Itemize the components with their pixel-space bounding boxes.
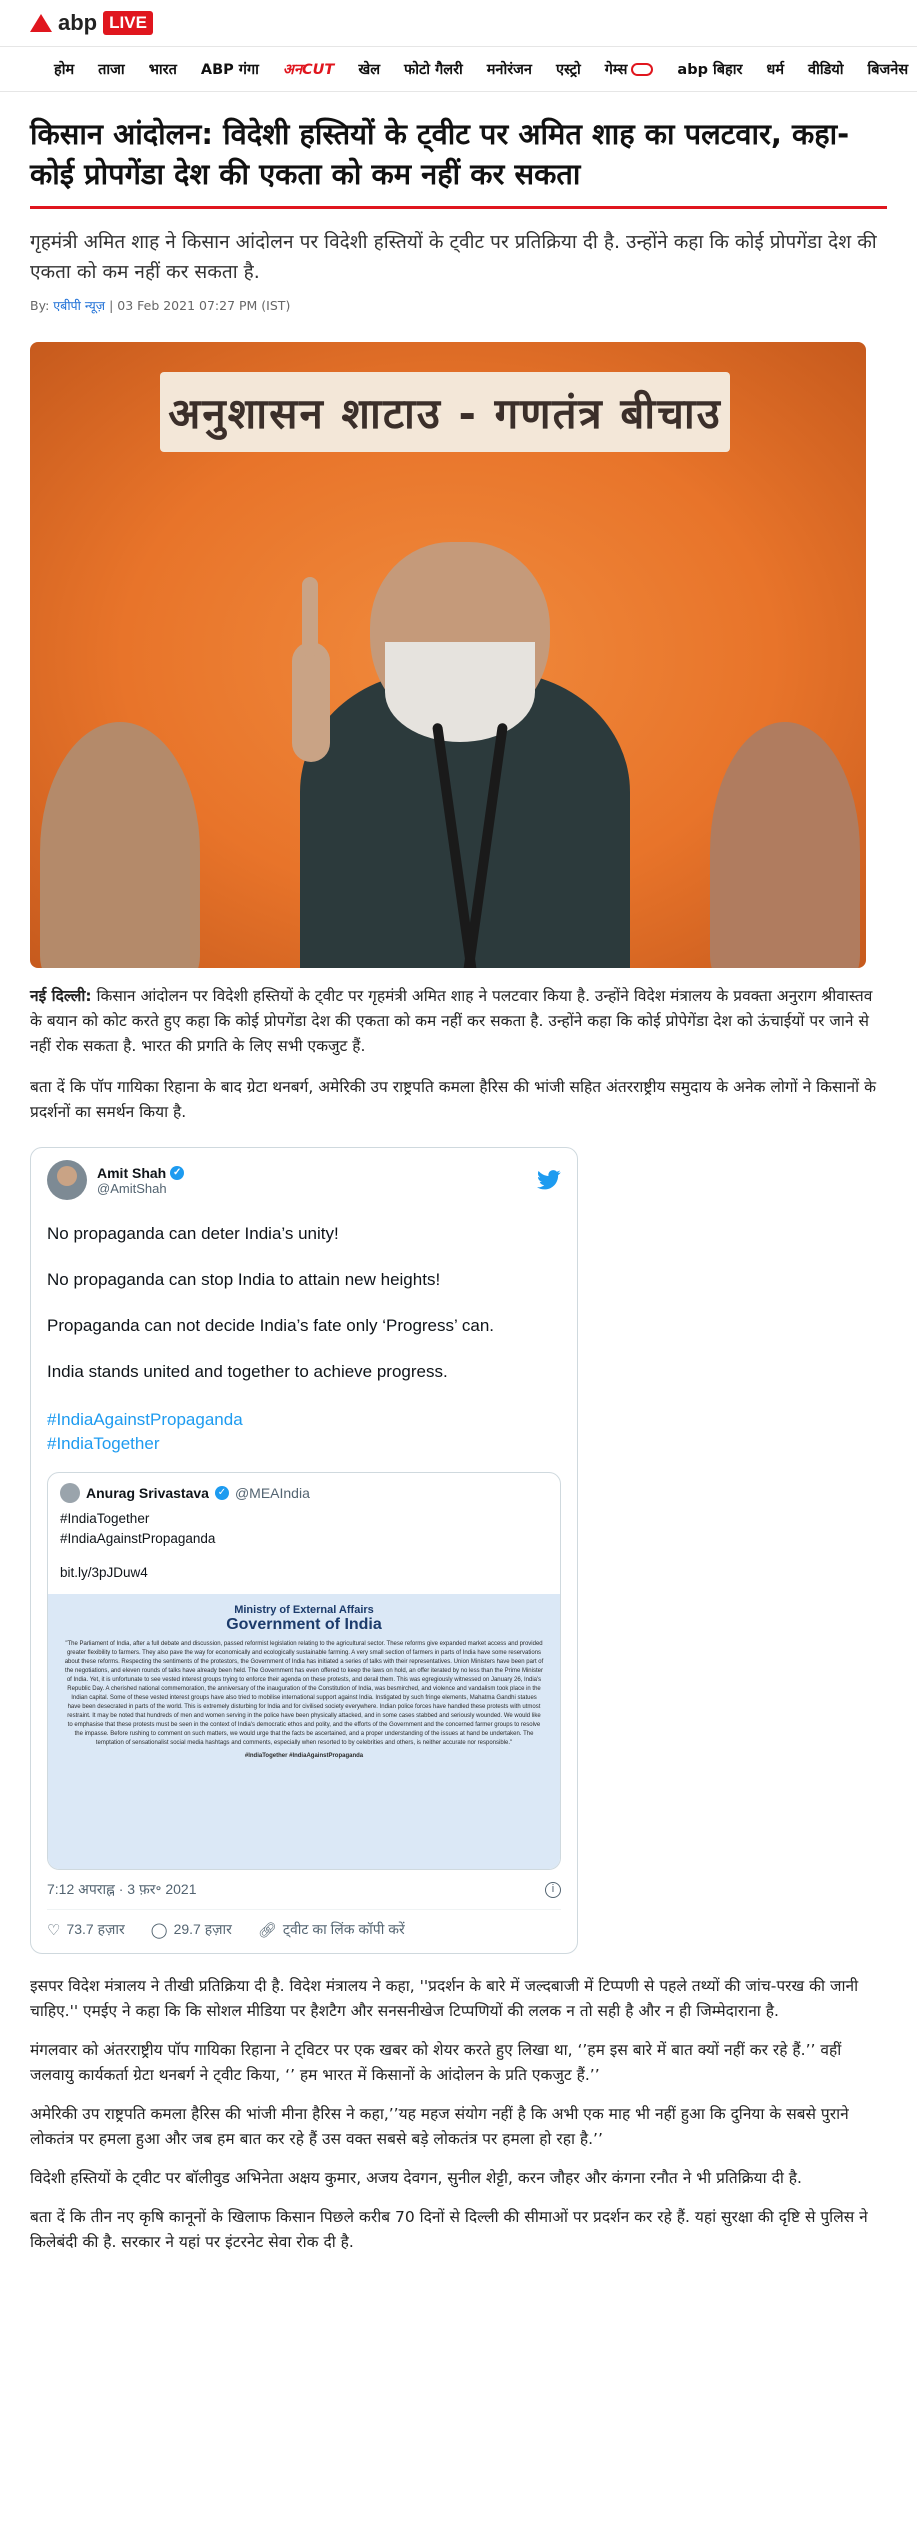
embedded-tweet[interactable]: Amit Shah ✓ @AmitShah No propaganda can … — [30, 1147, 578, 1954]
tweet-author: Amit Shah ✓ @AmitShah — [97, 1164, 185, 1196]
article-paragraph-2: बता दें कि पॉप गायिका रिहाना के बाद ग्रे… — [30, 1078, 876, 1121]
article-paragraph-5: अमेरिकी उप राष्ट्रपति कमला हैरिस की भांज… — [30, 2105, 849, 2148]
nav-item-photo-gallery[interactable]: फोटो गैलरी — [392, 59, 475, 79]
gamepad-icon — [631, 62, 654, 76]
mea-statement-hashtags: #IndiaTogether #IndiaAgainstPropaganda — [244, 1753, 364, 1759]
stage-banner-text: अनुशासन शाटाउ - गणतंत्र बीचाउ — [168, 388, 722, 438]
speaker-beard — [385, 642, 535, 742]
nav-item-india[interactable]: भारत — [137, 59, 189, 79]
copy-link-label: ट्वीट का लिंक कॉपी करें — [282, 1921, 405, 1937]
article-byline: By: एबीपी न्यूज़ | 03 Feb 2021 07:27 PM … — [30, 297, 887, 314]
hashtag-link[interactable]: #IndiaAgainstPropaganda — [47, 1408, 561, 1432]
tweet-author-avatar[interactable] — [47, 1160, 87, 1200]
article-headline: किसान आंदोलन: विदेशी हस्तियों के ट्वीट प… — [30, 114, 887, 209]
main-nav: होम ताजा भारत ABP गंगा अनCUT खेल फोटो गै… — [0, 46, 917, 92]
tweet-author-name-row[interactable]: Amit Shah ✓ — [97, 1164, 185, 1181]
like-count: 73.7 हज़ार — [66, 1921, 125, 1937]
speaker-hand — [292, 642, 330, 762]
tweet-actions: ♡ 73.7 हज़ार ◯ 29.7 हज़ार 🔗︎ ट्वीट का लि… — [47, 1920, 561, 1939]
tweet-hashtags: #IndiaAgainstPropaganda #IndiaTogether — [47, 1408, 561, 1456]
nav-item-entertainment[interactable]: मनोरंजन — [475, 59, 544, 79]
tweet-line-2: No propaganda can stop India to attain n… — [47, 1270, 441, 1289]
link-icon: 🔗︎ — [257, 1921, 277, 1939]
nav-item-religion[interactable]: धर्म — [754, 59, 796, 79]
tweet-line-1: No propaganda can deter India’s unity! — [47, 1224, 339, 1243]
quoted-author-name: Anurag Srivastava — [86, 1485, 209, 1501]
info-icon[interactable]: i — [545, 1881, 561, 1898]
nav-item-latest[interactable]: ताजा — [86, 59, 137, 79]
quoted-line: #IndiaAgainstPropaganda — [60, 1531, 216, 1546]
tweet-author-handle[interactable]: @AmitShah — [97, 1181, 184, 1196]
paragraph-1-text: किसान आंदोलन पर विदेशी हस्तियों के ट्वीट… — [30, 987, 873, 1055]
hero-image: अनुशासन शाटाउ - गणतंत्र बीचाउ — [30, 342, 866, 968]
mea-ministry-title: Ministry of External Affairs — [234, 1604, 374, 1616]
retweet-count: 29.7 हज़ार — [173, 1921, 232, 1937]
copy-link-button[interactable]: 🔗︎ ट्वीट का लिंक कॉपी करें — [258, 1920, 405, 1939]
comment-icon: ◯ — [150, 1921, 168, 1939]
tweet-line-4: India stands united and together to achi… — [47, 1362, 448, 1381]
reply-button[interactable]: ◯ 29.7 हज़ार — [151, 1920, 232, 1939]
top-bar: abp LIVE — [0, 0, 917, 46]
tweet-timestamp-row: 7:12 अपराह्न · 3 फ़र॰ 2021 i — [47, 1880, 561, 1899]
article-summary: गृहमंत्री अमित शाह ने किसान आंदोलन पर वि… — [30, 231, 877, 283]
live-badge[interactable]: LIVE — [103, 11, 153, 35]
nav-item-sports[interactable]: खेल — [346, 59, 392, 79]
nav-item-astro[interactable]: एस्ट्रो — [544, 59, 593, 79]
quoted-author-avatar — [60, 1483, 80, 1503]
heart-icon: ♡ — [47, 1921, 61, 1939]
stage-banner: अनुशासन शाटाउ - गणतंत्र बीचाउ — [160, 372, 730, 452]
tweet-author-name: Amit Shah — [97, 1164, 167, 1181]
abp-triangle-icon — [30, 14, 52, 32]
like-button[interactable]: ♡ 73.7 हज़ार — [47, 1920, 125, 1939]
verified-badge-icon: ✓ — [170, 1165, 185, 1180]
article-paragraph-4: मंगलवार को अंतरराष्ट्रीय पॉप गायिका रिहा… — [30, 2041, 842, 2084]
nav-item-abp-ganga[interactable]: ABP गंगा — [189, 59, 271, 79]
byline-prefix: By: — [30, 298, 50, 313]
verified-badge-icon: ✓ — [214, 1486, 229, 1500]
nav-item-uncut[interactable]: अनCUT — [271, 59, 346, 79]
brand-name: abp — [58, 10, 98, 35]
publish-date: | 03 Feb 2021 07:27 PM (IST) — [109, 298, 291, 313]
nav-item-games[interactable]: गेम्स — [593, 59, 666, 79]
tweet-line-3: Propaganda can not decide India’s fate o… — [47, 1316, 495, 1335]
tweet-timestamp[interactable]: 7:12 अपराह्न · 3 फ़र॰ 2021 — [47, 1880, 196, 1899]
article-paragraph-7: बता दें कि तीन नए कृषि कानूनों के खिलाफ … — [30, 2208, 868, 2251]
article-paragraph-3: इसपर विदेश मंत्रालय ने तीखी प्रतिक्रिया … — [30, 1977, 859, 2020]
abp-logo[interactable]: abp LIVE — [30, 10, 153, 36]
mea-statement-text: "The Parliament of India, after a full d… — [64, 1641, 544, 1746]
tweet-header: Amit Shah ✓ @AmitShah — [47, 1160, 561, 1200]
hashtag-link[interactable]: #IndiaTogether — [47, 1432, 561, 1456]
nav-item-abp-bihar[interactable]: abp बिहार — [665, 59, 754, 79]
nav-item-home[interactable]: होम — [42, 59, 86, 79]
article: किसान आंदोलन: विदेशी हस्तियों के ट्वीट प… — [0, 114, 917, 2255]
quoted-short-link: bit.ly/3pJDuw4 — [60, 1565, 148, 1580]
dateline: नई दिल्ली: — [30, 987, 92, 1005]
quoted-tweet-body: Anurag Srivastava ✓ @MEAIndia #IndiaToge… — [48, 1473, 560, 1594]
mea-statement-image: Ministry of External Affairs Government … — [48, 1594, 560, 1869]
nav-item-business[interactable]: बिजनेस — [856, 59, 917, 79]
mea-government-title: Government of India — [226, 1616, 382, 1633]
tweet-divider — [47, 1909, 561, 1910]
quoted-author-handle: @MEAIndia — [234, 1485, 310, 1501]
quoted-line: #IndiaTogether — [60, 1511, 150, 1526]
twitter-bird-icon[interactable] — [537, 1170, 561, 1190]
author-link[interactable]: एबीपी न्यूज़ — [53, 298, 105, 313]
background-person-right — [710, 722, 860, 968]
quoted-tweet[interactable]: Anurag Srivastava ✓ @MEAIndia #IndiaToge… — [47, 1472, 561, 1870]
nav-item-games-label: गेम्स — [604, 62, 628, 78]
speaker-finger — [302, 577, 318, 657]
nav-item-video[interactable]: वीडियो — [796, 59, 856, 79]
article-paragraph-1: नई दिल्ली: किसान आंदोलन पर विदेशी हस्तिय… — [30, 984, 887, 1059]
quoted-tweet-header: Anurag Srivastava ✓ @MEAIndia — [60, 1483, 548, 1503]
background-person-left — [40, 722, 200, 968]
article-paragraph-6: विदेशी हस्तियों के ट्वीट पर बॉलीवुड अभिन… — [30, 2169, 802, 2187]
